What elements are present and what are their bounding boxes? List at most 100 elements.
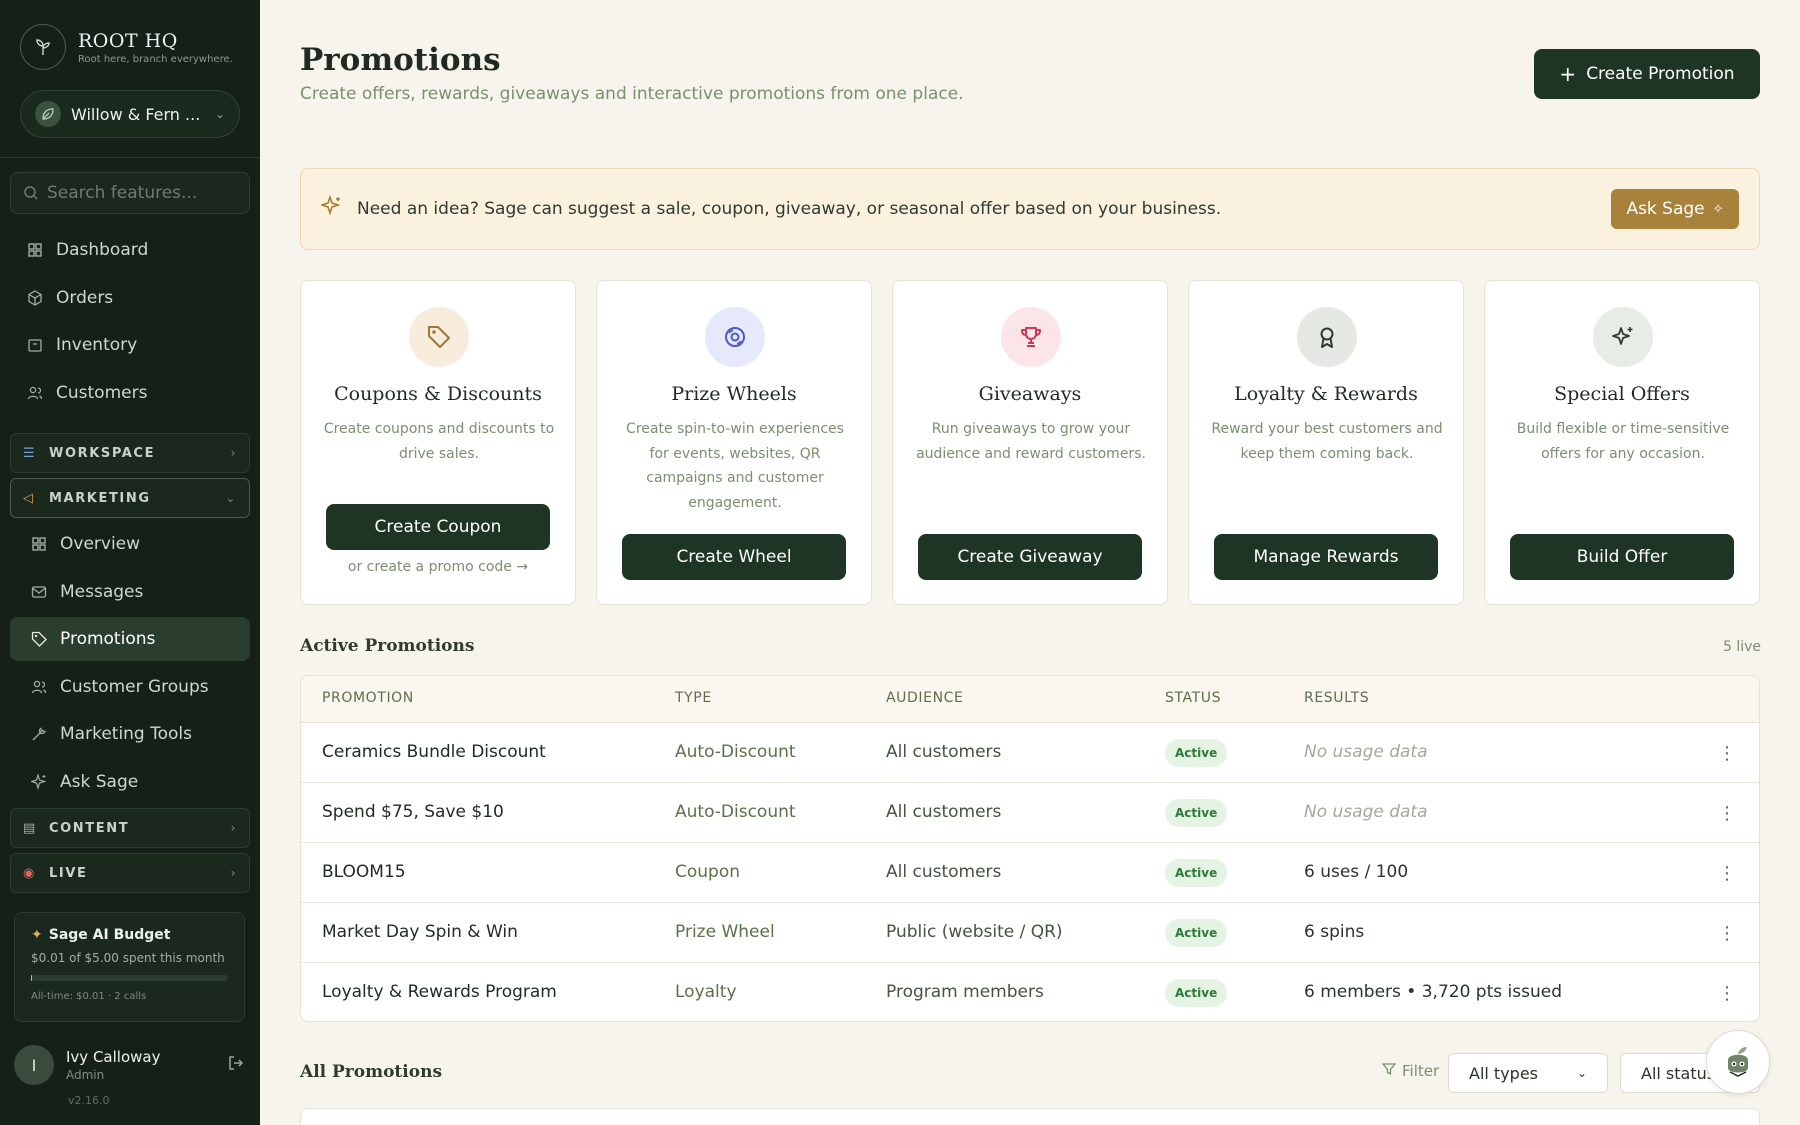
section-workspace[interactable]: ☰ WORKSPACE › (10, 433, 250, 473)
manage-rewards-button[interactable]: Manage Rewards (1214, 534, 1438, 580)
section-content[interactable]: ▤ CONTENT › (10, 808, 250, 848)
sidebar: ROOT HQ Root here, branch everywhere. Wi… (0, 0, 260, 1125)
sidebar-item-customers[interactable]: Customers (10, 371, 250, 415)
wrench-icon (30, 725, 48, 743)
card-description: Create coupons and discounts to drive sa… (323, 421, 555, 462)
card-description: Run giveaways to grow your audience and … (916, 421, 1146, 462)
card-title: Special Offers (1554, 383, 1690, 405)
brand-tagline: Root here, branch everywhere. (78, 53, 233, 65)
table-header: PROMOTION TYPE AUDIENCE STATUS RESULTS (301, 676, 1759, 723)
promotion-results: 6 uses / 100 (1304, 862, 1409, 882)
card-giveaways: Giveaways Run giveaways to grow your aud… (892, 280, 1168, 605)
table-row[interactable]: Ceramics Bundle Discount Auto-Discount A… (301, 723, 1759, 783)
nav-top: Dashboard Orders Inventory Customers (0, 228, 260, 418)
chevron-right-icon: › (230, 446, 237, 460)
column-header-promotion: PROMOTION (322, 690, 414, 706)
sidebar-item-overview[interactable]: Overview (10, 522, 250, 566)
sidebar-item-label: Messages (60, 581, 144, 602)
sidebar-item-label: Ask Sage (60, 771, 139, 792)
promotion-audience: Program members (886, 982, 1044, 1002)
megaphone-icon: ◁ (23, 490, 35, 506)
logout-icon[interactable] (227, 1054, 245, 1076)
chevron-right-icon: › (230, 866, 237, 880)
mail-icon (30, 583, 48, 601)
sidebar-item-label: Promotions (60, 629, 156, 649)
feature-search[interactable] (10, 172, 250, 214)
sparkle-icon (30, 773, 48, 791)
brand[interactable]: ROOT HQ Root here, branch everywhere. (20, 24, 233, 70)
section-marketing[interactable]: ◁ MARKETING ⌄ (10, 478, 250, 518)
grid-icon (30, 535, 48, 553)
sidebar-item-marketing-tools[interactable]: Marketing Tools (10, 712, 250, 756)
promotion-results: No usage data (1304, 802, 1428, 822)
plus-icon: + (1559, 62, 1577, 86)
column-header-audience: AUDIENCE (886, 690, 964, 706)
sidebar-divider (0, 157, 260, 158)
more-vertical-icon[interactable]: ⋮ (1717, 919, 1737, 947)
sidebar-item-promotions[interactable]: Promotions (10, 617, 250, 661)
card-title: Giveaways (978, 383, 1082, 405)
main-content: Promotions Create offers, rewards, givea… (260, 0, 1800, 1125)
tag-icon (30, 630, 48, 648)
table-row[interactable]: Loyalty & Rewards Program Loyalty Progra… (301, 963, 1759, 1021)
ask-sage-button[interactable]: Ask Sage ✧ (1611, 189, 1739, 229)
active-count: 5 live (1723, 639, 1762, 655)
sidebar-item-label: Overview (60, 534, 141, 554)
store-name: Willow & Fern ... (71, 104, 201, 124)
sidebar-item-label: Inventory (56, 335, 138, 355)
promotion-name: Loyalty & Rewards Program (322, 982, 557, 1002)
user-profile[interactable]: I Ivy Calloway Admin (14, 1040, 245, 1090)
all-promotions-title: All Promotions (300, 1062, 443, 1082)
more-vertical-icon[interactable]: ⋮ (1717, 859, 1737, 887)
column-header-type: TYPE (675, 690, 712, 706)
card-description: Build flexible or time-sensitive offers … (1516, 421, 1730, 462)
build-offer-button[interactable]: Build Offer (1510, 534, 1734, 580)
promotion-audience: Public (website / QR) (886, 922, 1063, 942)
sidebar-item-ask-sage[interactable]: Ask Sage (10, 760, 250, 804)
sidebar-item-messages[interactable]: Messages (10, 570, 250, 614)
card-prize-wheels: Prize Wheels Create spin-to-win experien… (596, 280, 872, 605)
sidebar-item-customer-groups[interactable]: Customer Groups (10, 665, 250, 709)
document-icon: ▤ (23, 820, 37, 836)
sidebar-item-label: Customer Groups (60, 676, 209, 697)
budget-progress (31, 975, 228, 981)
nav-sections: ☰ WORKSPACE › ◁ MARKETING ⌄ (0, 433, 260, 523)
table-row[interactable]: BLOOM15 Coupon All customers Active 6 us… (301, 843, 1759, 903)
sidebar-item-dashboard[interactable]: Dashboard (10, 228, 250, 272)
sparkle-icon: ✦ (31, 927, 43, 943)
user-role: Admin (66, 1068, 105, 1082)
chevron-right-icon: › (230, 821, 237, 835)
create-wheel-button[interactable]: Create Wheel (622, 534, 846, 580)
store-switcher[interactable]: Willow & Fern ... ⌄ (20, 90, 240, 138)
sidebar-item-inventory[interactable]: Inventory (10, 323, 250, 367)
type-filter-select[interactable]: All types ⌄ (1448, 1053, 1608, 1093)
section-live[interactable]: ◉ LIVE › (10, 853, 250, 893)
sidebar-item-label: Customers (56, 382, 148, 403)
column-header-status: STATUS (1165, 690, 1222, 706)
create-promotion-label: Create Promotion (1586, 64, 1735, 84)
more-vertical-icon[interactable]: ⋮ (1717, 739, 1737, 767)
create-coupon-button[interactable]: Create Coupon (326, 504, 550, 550)
promotion-name: Market Day Spin & Win (322, 922, 518, 942)
create-promo-code-link[interactable]: or create a promo code → (301, 559, 575, 575)
chevron-down-icon: ⌄ (214, 107, 225, 121)
sidebar-item-orders[interactable]: Orders (10, 276, 250, 320)
promotion-type: Auto-Discount (675, 802, 796, 822)
status-badge: Active (1165, 739, 1228, 767)
search-input[interactable] (47, 183, 237, 203)
table-row[interactable]: Market Day Spin & Win Prize Wheel Public… (301, 903, 1759, 963)
more-vertical-icon[interactable]: ⋮ (1717, 799, 1737, 827)
more-vertical-icon[interactable]: ⋮ (1717, 979, 1737, 1007)
create-promotion-button[interactable]: + Create Promotion (1534, 49, 1760, 99)
sparkle-icon: ✧ (1712, 201, 1724, 217)
box-icon (26, 289, 44, 307)
table-row[interactable]: Spend $75, Save $10 Auto-Discount All cu… (301, 783, 1759, 843)
status-badge: Active (1165, 859, 1228, 887)
sage-assistant-button[interactable] (1706, 1030, 1770, 1094)
inventory-icon (26, 336, 44, 354)
promotion-audience: All customers (886, 742, 1002, 762)
idea-text: Need an idea? Sage can suggest a sale, c… (357, 199, 1222, 219)
create-giveaway-button[interactable]: Create Giveaway (918, 534, 1142, 580)
promotion-type: Auto-Discount (675, 742, 796, 762)
sidebar-item-label: Orders (56, 287, 114, 308)
